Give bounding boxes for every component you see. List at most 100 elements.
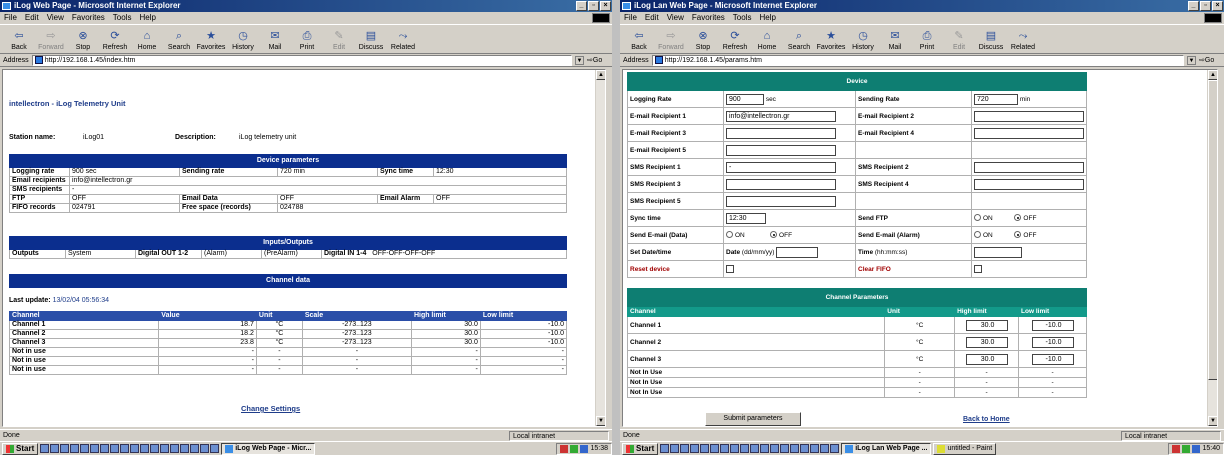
quick-launch[interactable] — [660, 444, 840, 453]
mail-button[interactable]: ✉ Mail — [260, 30, 290, 51]
sms-recipient-3-input[interactable] — [726, 178, 836, 190]
print-button[interactable]: ⎙ Print — [292, 30, 322, 51]
task-ilog-web-page[interactable]: iLog Web Page - Micr... — [221, 442, 316, 455]
sync-time-input[interactable]: 12:30 — [726, 212, 766, 224]
time-input[interactable] — [974, 246, 1022, 258]
menu-edit[interactable]: Edit — [25, 12, 39, 24]
menu-file[interactable]: File — [4, 12, 17, 24]
stop-button[interactable]: ⊗ Stop — [688, 30, 718, 51]
back-button[interactable]: ⇦ Back — [4, 30, 34, 51]
go-button[interactable]: ⇨Go — [587, 56, 609, 64]
vertical-scrollbar[interactable]: ▲ ▼ — [595, 70, 605, 426]
mail-button[interactable]: ✉ Mail — [880, 30, 910, 51]
menu-file[interactable]: File — [624, 12, 637, 24]
ftp-on-radio[interactable]: ON — [974, 214, 993, 222]
related-button[interactable]: ⤳ Related — [388, 30, 418, 51]
discuss-button[interactable]: ▤ Discuss — [356, 30, 386, 51]
menu-tools[interactable]: Tools — [113, 12, 132, 24]
sms-recipient-5-input[interactable] — [726, 195, 836, 207]
edit-button[interactable]: ✎ Edit — [324, 30, 354, 51]
menu-tools[interactable]: Tools — [733, 12, 752, 24]
favorites-button[interactable]: ★ Favorites — [196, 30, 226, 51]
scroll-up-button[interactable]: ▲ — [596, 70, 605, 80]
email-recipient-5-input[interactable] — [726, 144, 836, 156]
sms-recipient-2-input[interactable] — [974, 161, 1084, 173]
table-cell: - — [158, 356, 257, 366]
low-limit-input-3[interactable]: -10.0 — [1031, 353, 1074, 365]
home-button[interactable]: ⌂ Home — [752, 30, 782, 51]
search-button[interactable]: ⌕ Search — [164, 30, 194, 51]
task-paint[interactable]: untitled - Paint — [933, 442, 997, 455]
email-recipient-1-input[interactable]: info@intellectron.gr — [726, 110, 836, 122]
scroll-down-button[interactable]: ▼ — [596, 416, 605, 426]
stop-button[interactable]: ⊗ Stop — [68, 30, 98, 51]
sending-rate-input[interactable]: 720 — [974, 93, 1018, 105]
close-button[interactable]: × — [1212, 1, 1223, 11]
discuss-button[interactable]: ▤ Discuss — [976, 30, 1006, 51]
home-button[interactable]: ⌂ Home — [132, 30, 162, 51]
address-dropdown-button[interactable]: ▼ — [575, 55, 584, 65]
scroll-thumb[interactable] — [1208, 80, 1217, 380]
logging-rate-input[interactable]: 900 — [726, 93, 764, 105]
refresh-button[interactable]: ⟳ Refresh — [720, 30, 750, 51]
vertical-scrollbar[interactable]: ▲ ▼ — [1207, 70, 1217, 426]
menu-favorites[interactable]: Favorites — [72, 12, 105, 24]
high-limit-input-2[interactable]: 30.0 — [965, 336, 1008, 348]
change-settings-link[interactable]: Change Settings — [241, 404, 300, 413]
task-ilog-lan-web-page[interactable]: iLog Lan Web Page ... — [841, 442, 932, 455]
quick-launch[interactable] — [40, 444, 220, 453]
reset-device-checkbox[interactable] — [726, 265, 734, 273]
date-input[interactable] — [776, 246, 819, 258]
sms-recipient-1-input[interactable]: - — [726, 161, 836, 173]
menu-help[interactable]: Help — [139, 12, 155, 24]
scroll-up-button[interactable]: ▲ — [1208, 70, 1217, 80]
menu-edit[interactable]: Edit — [645, 12, 659, 24]
history-button[interactable]: ◷ History — [228, 30, 258, 51]
forward-button[interactable]: ⇨ Forward — [36, 30, 66, 51]
submit-parameters-button[interactable]: Submit parameters — [705, 412, 801, 426]
email-alarm-on-radio[interactable]: ON — [974, 231, 993, 239]
email-alarm-off-radio[interactable]: OFF — [1014, 231, 1036, 239]
title-bar[interactable]: iLog Web Page - Microsoft Internet Explo… — [0, 0, 612, 12]
edit-button[interactable]: ✎ Edit — [944, 30, 974, 51]
menu-favorites[interactable]: Favorites — [692, 12, 725, 24]
menu-help[interactable]: Help — [759, 12, 775, 24]
high-limit-input-3[interactable]: 30.0 — [965, 353, 1008, 365]
go-button[interactable]: ⇨Go — [1199, 56, 1221, 64]
sms-recipient-4-input[interactable] — [974, 178, 1084, 190]
start-button[interactable]: Start — [2, 442, 39, 455]
menu-view[interactable]: View — [47, 12, 64, 24]
email-data-on-radio[interactable]: ON — [726, 231, 745, 239]
address-input[interactable]: http://192.168.1.45/params.htm — [651, 54, 1184, 66]
refresh-button[interactable]: ⟳ Refresh — [100, 30, 130, 51]
forward-button[interactable]: ⇨ Forward — [656, 30, 686, 51]
address-dropdown-button[interactable]: ▼ — [1187, 55, 1196, 65]
low-limit-input-1[interactable]: -10.0 — [1031, 319, 1074, 331]
ftp-off-radio[interactable]: OFF — [1014, 214, 1036, 222]
high-limit-input-1[interactable]: 30.0 — [965, 319, 1008, 331]
menu-view[interactable]: View — [667, 12, 684, 24]
print-button[interactable]: ⎙ Print — [912, 30, 942, 51]
scroll-down-button[interactable]: ▼ — [1208, 416, 1217, 426]
minimize-button[interactable]: _ — [1188, 1, 1199, 11]
close-button[interactable]: × — [600, 1, 611, 11]
minimize-button[interactable]: _ — [576, 1, 587, 11]
search-button[interactable]: ⌕ Search — [784, 30, 814, 51]
email-data-off-radio[interactable]: OFF — [770, 231, 792, 239]
history-button[interactable]: ◷ History — [848, 30, 878, 51]
address-input[interactable]: http://192.168.1.45/index.htm — [31, 54, 572, 66]
email-recipient-4-input[interactable] — [974, 127, 1084, 139]
email-recipient-2-input[interactable] — [974, 110, 1084, 122]
low-limit-input-2[interactable]: -10.0 — [1031, 336, 1074, 348]
back-to-home-link[interactable]: Back to Home — [963, 416, 1010, 423]
title-bar[interactable]: iLog Lan Web Page - Microsoft Internet E… — [620, 0, 1224, 12]
favorites-button[interactable]: ★ Favorites — [816, 30, 846, 51]
email-recipient-3-input[interactable] — [726, 127, 836, 139]
clear-fifo-checkbox[interactable] — [974, 265, 982, 273]
back-button[interactable]: ⇦ Back — [624, 30, 654, 51]
maximize-button[interactable]: ▫ — [588, 1, 599, 11]
maximize-button[interactable]: ▫ — [1200, 1, 1211, 11]
column-header: Scale — [301, 311, 412, 321]
start-button[interactable]: Start — [622, 442, 659, 455]
related-button[interactable]: ⤳ Related — [1008, 30, 1038, 51]
